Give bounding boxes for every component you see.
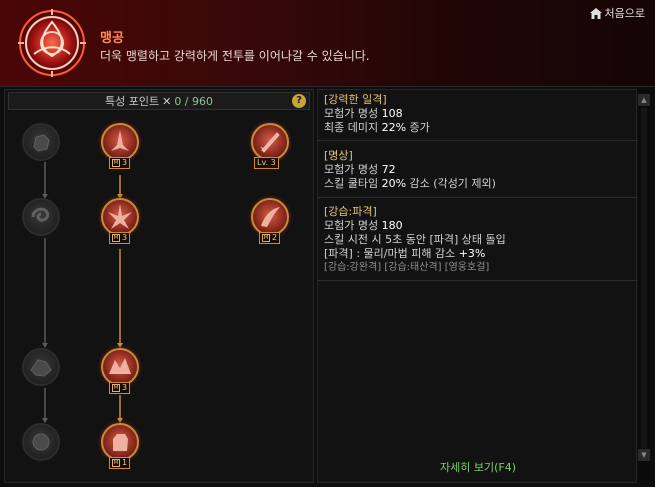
crossed-swords-icon: ✕ [162, 94, 172, 108]
skill-detail-panel: [강력한 일격] 모험가 명성 108 최종 데미지 22% 증가 [명상] 모… [317, 89, 638, 483]
fist-icon [33, 134, 50, 152]
page-title: 맹공 [100, 31, 124, 46]
skill-tree-panel: 특성 포인트 ✕ 0 / 960 ? M 3 Lv. 3 M 3 M 2 M 3… [4, 89, 314, 483]
tree-node-active[interactable] [101, 198, 139, 236]
header-banner: 맹공 더욱 맹렬하고 강력하게 전투를 이어나갈 수 있습니다. 처음으로 [0, 0, 655, 87]
burst-icon [108, 204, 132, 229]
home-icon [589, 7, 602, 19]
skill-related: [강습:강완격] [강습:태산격] [영웅호걸] [324, 262, 490, 273]
scroll-track[interactable] [641, 108, 647, 448]
node-level-badge: M 3 [109, 232, 131, 244]
detail-view-link[interactable]: 자세히 보기(F4) [318, 459, 638, 475]
skill-entry: [강습:파격] 모험가 명성 180 스킬 시전 시 5초 동안 [파격] 상태… [318, 202, 638, 281]
home-button[interactable]: 처음으로 [589, 5, 645, 21]
strike-icon [111, 130, 129, 151]
rock-icon [32, 433, 50, 451]
shockwave-icon [109, 358, 131, 374]
skill-effect: 최종 데미지 22% 증가 [324, 121, 430, 134]
crush-icon [30, 359, 52, 377]
master-mark-icon: M [112, 384, 120, 392]
skill-entry: [강력한 일격] 모험가 명성 108 최종 데미지 22% 증가 [318, 90, 638, 141]
skill-fame: 모험가 명성 108 [324, 107, 403, 120]
node-level-badge: M 2 [259, 232, 281, 244]
tree-node-active[interactable] [251, 198, 289, 236]
skill-name: [명상] [324, 149, 353, 162]
skill-fame: 모험가 명성 180 [324, 219, 403, 232]
skill-entry: [명상] 모험가 명성 72 스킬 쿨타임 20% 감소 (각성기 제외) [318, 146, 638, 198]
scroll-up-icon[interactable]: ▲ [638, 94, 650, 106]
home-label: 처음으로 [604, 7, 645, 20]
help-icon[interactable]: ? [292, 94, 306, 108]
trait-points-bar: 특성 포인트 ✕ 0 / 960 ? [8, 92, 310, 110]
master-mark-icon: M [112, 234, 120, 242]
tree-node-active[interactable] [101, 423, 139, 461]
tree-node-active[interactable] [251, 123, 289, 161]
scroll-down-icon[interactable]: ▼ [638, 449, 650, 461]
node-level-badge: M 3 [109, 382, 131, 394]
master-mark-icon: M [262, 234, 270, 242]
tree-node-inactive[interactable] [22, 348, 60, 386]
skill-effect: 스킬 쿨타임 20% 감소 (각성기 제외) [324, 177, 496, 190]
swirl-icon [31, 207, 50, 222]
tree-node-active[interactable] [101, 123, 139, 161]
page-description: 더욱 맹렬하고 강력하게 전투를 이어나갈 수 있습니다. [100, 49, 370, 63]
tree-node-active[interactable] [101, 348, 139, 386]
skill-effect: [파격] : 물리/마법 피해 감소 +3% [324, 247, 486, 260]
gauntlet-icon [113, 434, 128, 451]
sword-icon [260, 132, 280, 153]
skill-name: [강력한 일격] [324, 93, 387, 106]
tree-node-inactive[interactable] [22, 123, 60, 161]
node-level-badge: M 3 [109, 157, 131, 169]
skill-name: [강습:파격] [324, 205, 377, 218]
master-mark-icon: M [112, 459, 120, 467]
slash-icon [261, 207, 280, 227]
skill-effect: 스킬 시전 시 5초 동안 [파격] 상태 돌입 [324, 233, 506, 246]
tree-node-inactive[interactable] [22, 423, 60, 461]
detail-scrollbar[interactable]: ▲ ▼ [638, 89, 650, 483]
node-level-badge: Lv. 3 [254, 157, 279, 169]
triquetra-emblem-icon [18, 9, 86, 77]
master-mark-icon: M [112, 159, 120, 167]
tree-node-inactive[interactable] [22, 198, 60, 236]
node-level-badge: M 1 [109, 457, 131, 469]
skill-fame: 모험가 명성 72 [324, 163, 396, 176]
trait-points-value: 0 / 960 [174, 94, 214, 108]
trait-points-label: 특성 포인트 [104, 95, 160, 108]
